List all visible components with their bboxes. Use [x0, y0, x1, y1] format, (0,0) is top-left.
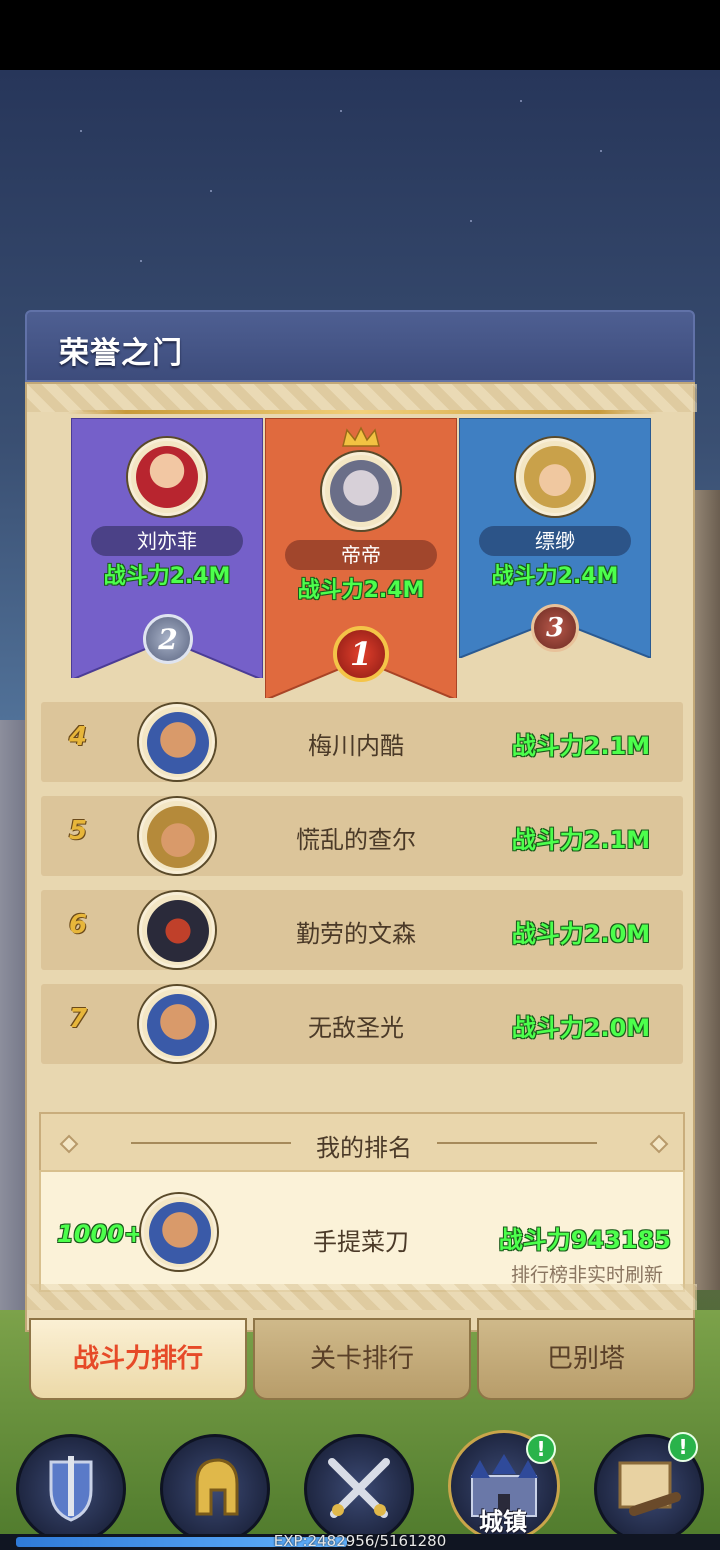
rank-number: 7 — [69, 1004, 88, 1034]
player-power: 战斗力2.1M — [511, 826, 651, 854]
panel-header: 荣誉之门 — [25, 310, 695, 382]
my-player-power: 战斗力943185 — [498, 1226, 671, 1254]
nav-shield-sword[interactable] — [16, 1434, 126, 1544]
player-name: 慌乱的查尔 — [296, 826, 416, 854]
my-rank-card: 我的排名 1000+ 手提菜刀 战斗力943185 排行榜非实时刷新 — [39, 1112, 685, 1292]
player-name: 帝帝 — [285, 540, 437, 570]
silver-medal-icon: 2 — [143, 614, 193, 664]
gold-medal-icon: 1 — [333, 626, 389, 682]
avatar — [139, 798, 215, 874]
panel-title: 荣誉之门 — [59, 336, 183, 371]
honor-gate-panel: 荣誉之门 刘亦菲 战斗力2.4M 2 帝帝 战斗力2.4M 1 缥缈 战斗力2.… — [25, 310, 697, 1400]
player-name: 勤劳的文森 — [296, 920, 416, 948]
decorative-border — [27, 1284, 697, 1310]
gold-divider — [67, 410, 657, 414]
rank-number: 6 — [69, 910, 88, 940]
table-row[interactable]: 4 梅川内酷 战斗力2.1M — [41, 702, 683, 782]
avatar — [139, 986, 215, 1062]
table-row[interactable]: 7 无敌圣光 战斗力2.0M — [41, 984, 683, 1064]
shield-sword-icon — [49, 1456, 93, 1522]
avatar — [322, 452, 400, 530]
player-power: 战斗力2.4M — [103, 564, 231, 589]
table-row[interactable]: 5 慌乱的查尔 战斗力2.1M — [41, 796, 683, 876]
avatar — [139, 704, 215, 780]
player-name: 刘亦菲 — [91, 526, 243, 556]
my-rank-row[interactable]: 1000+ 手提菜刀 战斗力943185 排行榜非实时刷新 — [39, 1170, 685, 1292]
map-spyglass-icon — [618, 1461, 681, 1516]
table-row[interactable]: 6 勤劳的文森 战斗力2.0M — [41, 890, 683, 970]
player-power: 战斗力2.4M — [297, 578, 425, 603]
rank-number: 4 — [69, 722, 88, 752]
panel-body: 刘亦菲 战斗力2.4M 2 帝帝 战斗力2.4M 1 缥缈 战斗力2.4M 3 … — [25, 382, 697, 1400]
my-rank-title: 我的排名 — [316, 1134, 412, 1162]
bronze-medal-icon: 3 — [531, 604, 579, 652]
avatar — [128, 438, 206, 516]
my-rank-header: 我的排名 — [39, 1112, 685, 1170]
avatar — [516, 438, 594, 516]
bottom-nav: ! ! — [0, 1420, 720, 1550]
player-power: 战斗力2.4M — [491, 564, 619, 589]
player-power: 战斗力2.0M — [511, 920, 651, 948]
notification-badge: ! — [526, 1434, 556, 1464]
status-bar — [0, 0, 720, 70]
player-name: 缥缈 — [479, 526, 631, 556]
notification-badge: ! — [668, 1432, 698, 1462]
player-name: 梅川内酷 — [308, 732, 404, 760]
tab-stage-ranking[interactable]: 关卡排行 — [253, 1318, 471, 1400]
tab-babel-tower[interactable]: 巴别塔 — [477, 1318, 695, 1400]
my-player-name: 手提菜刀 — [313, 1228, 409, 1256]
my-rank-number: 1000+ — [57, 1220, 144, 1248]
nav-battle[interactable] — [304, 1434, 414, 1544]
avatar — [141, 1194, 217, 1270]
avatar — [139, 892, 215, 968]
crown-icon — [341, 426, 381, 448]
crossed-swords-icon — [328, 1458, 390, 1518]
tab-power-ranking[interactable]: 战斗力排行 — [29, 1318, 247, 1400]
exp-text: EXP:2482956/5161280 — [273, 1532, 447, 1550]
spartan-helmet-icon — [195, 1458, 239, 1516]
player-power: 战斗力2.1M — [511, 732, 651, 760]
refresh-note: 排行榜非实时刷新 — [510, 1264, 663, 1286]
player-power: 战斗力2.0M — [511, 1014, 651, 1042]
nav-hero[interactable] — [160, 1434, 270, 1544]
rank-number: 5 — [69, 816, 88, 846]
decorative-border — [27, 384, 697, 412]
player-name: 无敌圣光 — [308, 1014, 404, 1042]
